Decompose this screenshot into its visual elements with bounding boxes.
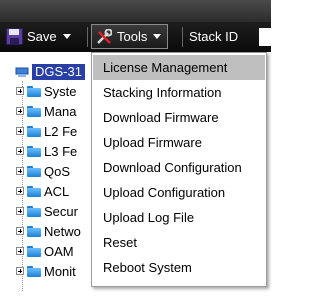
folder-icon: [27, 165, 41, 177]
tree-node[interactable]: L2 Fe: [16, 122, 77, 140]
top-banner: [0, 0, 271, 22]
expand-icon[interactable]: [16, 147, 24, 155]
toolbar: Save Tools Stack ID: [0, 22, 271, 52]
tree-node[interactable]: Monit: [16, 262, 76, 280]
folder-icon: [27, 185, 41, 197]
tools-dropdown-menu: License Management Stacking Information …: [91, 52, 267, 287]
expand-icon[interactable]: [16, 127, 24, 135]
tree-node-label: QoS: [44, 163, 71, 179]
expand-icon[interactable]: [16, 207, 24, 215]
tools-menu-button[interactable]: Tools: [91, 24, 169, 49]
folder-icon: [27, 245, 41, 257]
folder-icon: [27, 105, 41, 117]
menu-item-upload-firmware[interactable]: Upload Firmware: [93, 130, 265, 155]
tree-node-label: ACL: [44, 183, 70, 199]
folder-icon: [27, 145, 41, 157]
folder-icon: [27, 85, 41, 97]
switch-device-icon: [15, 67, 29, 77]
folder-icon: [27, 225, 41, 237]
tree-node-label: L2 Fe: [44, 123, 78, 139]
expand-icon[interactable]: [16, 247, 24, 255]
stack-id-field[interactable]: [259, 28, 271, 46]
expand-icon[interactable]: [16, 87, 24, 95]
folder-icon: [27, 125, 41, 137]
expand-icon[interactable]: [16, 167, 24, 175]
folder-icon: [27, 205, 41, 217]
tree-node-label: Monit: [44, 263, 76, 279]
tree-node-label: OAM: [44, 243, 74, 259]
tree-node-label: Mana: [44, 103, 77, 119]
tree-node-label: Netwo: [44, 223, 81, 239]
tree-node[interactable]: Mana: [16, 102, 77, 120]
menu-item-download-configuration[interactable]: Download Configuration: [93, 155, 265, 180]
expand-icon[interactable]: [16, 187, 24, 195]
save-button-label: Save: [27, 29, 57, 44]
menu-item-upload-log-file[interactable]: Upload Log File: [93, 205, 265, 230]
save-icon: [6, 28, 23, 45]
menu-item-reset[interactable]: Reset: [93, 230, 265, 255]
tree-node[interactable]: Netwo: [16, 222, 81, 240]
menu-item-license-management[interactable]: License Management: [93, 55, 265, 80]
expand-icon[interactable]: [16, 227, 24, 235]
menu-item-stacking-information[interactable]: Stacking Information: [93, 80, 265, 105]
tree-node[interactable]: L3 Fe: [16, 142, 77, 160]
chevron-down-icon: [62, 34, 71, 39]
tree-node[interactable]: OAM: [16, 242, 74, 260]
tree-node[interactable]: Syste: [16, 82, 77, 100]
folder-icon: [27, 265, 41, 277]
tools-icon: [97, 28, 112, 44]
tools-button-label: Tools: [117, 29, 148, 44]
tree-root-label: DGS-31: [32, 64, 85, 80]
tree-node-label: Secur: [44, 203, 78, 219]
tree-node-label: Syste: [44, 83, 77, 99]
tree-node[interactable]: ACL: [16, 182, 69, 200]
menu-item-upload-configuration[interactable]: Upload Configuration: [93, 180, 265, 205]
menu-item-download-firmware[interactable]: Download Firmware: [93, 105, 265, 130]
save-button[interactable]: Save: [6, 24, 71, 49]
tree-node[interactable]: QoS: [16, 162, 70, 180]
expand-icon[interactable]: [16, 107, 24, 115]
expand-icon[interactable]: [16, 267, 24, 275]
toolbar-divider: [87, 27, 88, 47]
tree-node-label: L3 Fe: [44, 143, 78, 159]
stack-id-label: Stack ID: [189, 29, 239, 44]
tree-node[interactable]: Secur: [16, 202, 78, 220]
tree-root-device[interactable]: DGS-31: [15, 63, 85, 81]
chevron-down-icon: [153, 34, 162, 39]
menu-item-reboot-system[interactable]: Reboot System: [93, 255, 265, 280]
